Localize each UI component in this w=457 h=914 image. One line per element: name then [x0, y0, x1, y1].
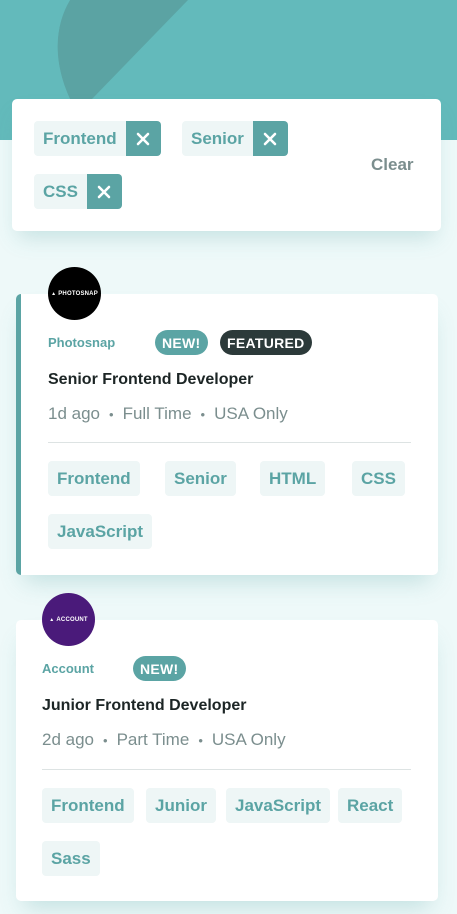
separator-dot-icon: • — [198, 732, 203, 748]
filter-chip-label: CSS — [34, 174, 87, 209]
company-name[interactable]: Account — [42, 661, 94, 676]
new-badge: NEW! — [155, 330, 208, 355]
card-divider — [42, 769, 411, 770]
filter-chip-frontend: Frontend — [34, 121, 161, 156]
company-logo-account: ▲ ACCOUNT — [42, 593, 95, 646]
job-tag[interactable]: Frontend — [48, 461, 140, 496]
card-divider — [48, 442, 411, 443]
company-name[interactable]: Photosnap — [48, 335, 115, 350]
close-icon[interactable] — [86, 174, 122, 209]
job-tag[interactable]: Sass — [42, 841, 100, 876]
contract-type: Part Time — [116, 730, 190, 749]
clear-filters-button[interactable]: Clear — [371, 155, 414, 175]
job-tag[interactable]: JavaScript — [48, 514, 152, 549]
job-meta: 1d ago • Full Time • USA Only — [48, 404, 288, 424]
job-location: USA Only — [214, 404, 288, 423]
close-icon[interactable] — [125, 121, 161, 156]
job-tag[interactable]: HTML — [260, 461, 326, 496]
featured-badge: FEATURED — [220, 330, 312, 355]
filter-chip-label: Senior — [182, 121, 253, 156]
job-tag[interactable]: CSS — [352, 461, 405, 496]
posted-at: 2d ago — [42, 730, 94, 749]
job-tag[interactable]: React — [338, 788, 403, 823]
separator-dot-icon: • — [109, 406, 114, 422]
job-tag[interactable]: Senior — [165, 461, 236, 496]
filter-chip-senior: Senior — [182, 121, 288, 156]
contract-type: Full Time — [122, 404, 192, 423]
filter-chip-css: CSS — [34, 174, 122, 209]
job-tag[interactable]: Junior — [146, 788, 216, 823]
job-tag[interactable]: JavaScript — [226, 788, 330, 823]
logo-triangle-icon: ▲ — [49, 616, 55, 623]
close-icon[interactable] — [252, 121, 288, 156]
filter-chip-label: Frontend — [34, 121, 126, 156]
posted-at: 1d ago — [48, 404, 100, 423]
job-meta: 2d ago • Part Time • USA Only — [42, 730, 286, 750]
job-position[interactable]: Junior Frontend Developer — [42, 697, 246, 715]
filter-bar: Frontend Senior CSS Clear — [12, 99, 441, 231]
job-position[interactable]: Senior Frontend Developer — [48, 371, 253, 389]
separator-dot-icon: • — [200, 406, 206, 422]
company-logo-photosnap: ▲ PHOTOSNAP — [48, 267, 101, 320]
logo-text: PHOTOSNAP — [58, 290, 98, 297]
logo-triangle-icon: ▲ — [51, 290, 57, 297]
job-location: USA Only — [211, 730, 286, 749]
job-tag[interactable]: Frontend — [42, 788, 134, 823]
new-badge: NEW! — [133, 656, 186, 681]
logo-text: ACCOUNT — [56, 616, 88, 623]
separator-dot-icon: • — [103, 732, 108, 748]
